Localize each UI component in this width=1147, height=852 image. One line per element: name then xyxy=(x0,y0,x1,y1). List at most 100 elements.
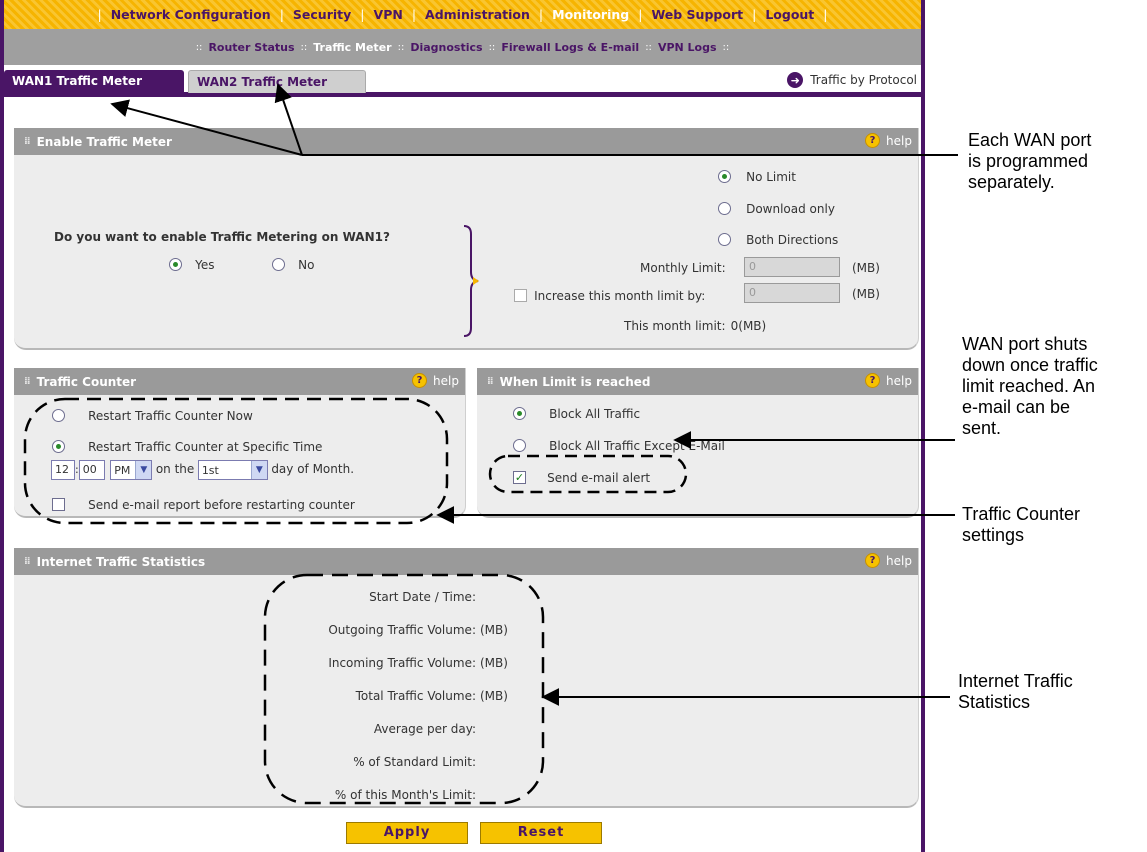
this-month-limit: This month limit: 0(MB) xyxy=(624,315,766,334)
ampm-select[interactable]: PM ▼ xyxy=(110,460,153,480)
stats-rows: Start Date / Time: Outgoing Traffic Volu… xyxy=(214,590,544,821)
no-limit-label: No Limit xyxy=(746,170,796,184)
send-report-checkbox[interactable] xyxy=(52,498,65,511)
apply-button[interactable]: Apply xyxy=(346,822,468,844)
this-month-limit-value: 0(MB) xyxy=(730,319,767,333)
nav-vpn[interactable]: VPN xyxy=(365,7,412,22)
both-directions-radio[interactable] xyxy=(718,233,731,246)
monthly-limit-unit: (MB) xyxy=(852,261,880,275)
subnav-diagnostics[interactable]: Diagnostics xyxy=(404,41,488,54)
on-the-label: on the xyxy=(155,462,195,476)
increase-limit-option[interactable]: Increase this month limit by: xyxy=(514,285,705,304)
router-admin-window: | Network Configuration | Security | VPN… xyxy=(0,0,925,852)
panel-header: ⁞⁞ Enable Traffic Meter ? help xyxy=(14,128,918,155)
help-icon: ? xyxy=(865,133,881,148)
yes-radio[interactable] xyxy=(169,258,182,271)
callout-line: Traffic Counter xyxy=(962,504,1081,524)
block-except-label: Block All Traffic Except E-Mail xyxy=(549,439,725,453)
callout-wan-port: Each WAN port is programmed separately. xyxy=(968,130,1091,193)
send-report-option[interactable]: Send e-mail report before restarting cou… xyxy=(52,494,355,513)
enable-question: Do you want to enable Traffic Metering o… xyxy=(54,230,390,244)
hour-input[interactable]: 12 xyxy=(51,460,75,480)
download-only-radio[interactable] xyxy=(718,202,731,215)
subnav-vpn-logs[interactable]: VPN Logs xyxy=(652,41,723,54)
help-icon: ? xyxy=(865,373,881,388)
traffic-by-protocol-link[interactable]: ➜ Traffic by Protocol xyxy=(787,72,917,88)
subnav-traffic-meter[interactable]: Traffic Meter xyxy=(307,41,397,54)
enable-yes-option[interactable]: Yes xyxy=(169,254,214,273)
subnav-separator: :: xyxy=(488,41,496,53)
grip-icon: ⁞⁞ xyxy=(24,136,31,147)
block-except-radio[interactable] xyxy=(513,439,526,452)
reset-button[interactable]: Reset xyxy=(480,822,602,844)
send-alert-checkbox[interactable]: ✓ xyxy=(513,471,526,484)
nav-separator: | xyxy=(823,7,828,22)
nav-monitoring[interactable]: Monitoring xyxy=(543,7,638,22)
block-except-option[interactable]: Block All Traffic Except E-Mail xyxy=(513,435,725,454)
callout-line: is programmed xyxy=(968,151,1089,171)
stat-label: % of Standard Limit: xyxy=(353,755,476,769)
callout-line: WAN port shuts xyxy=(962,334,1088,354)
help-link[interactable]: ? help xyxy=(412,373,459,388)
enable-no-option[interactable]: No xyxy=(272,254,314,273)
restart-specific-option[interactable]: Restart Traffic Counter at Specific Time xyxy=(52,436,322,455)
nav-administration[interactable]: Administration xyxy=(416,7,539,22)
stat-label: Incoming Traffic Volume: xyxy=(328,656,476,670)
grip-icon: ⁞⁞ xyxy=(24,556,31,567)
panel-title: When Limit is reached xyxy=(499,374,651,389)
day-select[interactable]: 1st ▼ xyxy=(197,460,268,480)
send-alert-option[interactable]: ✓ Send e-mail alert xyxy=(513,467,650,486)
subnav-firewall-logs[interactable]: Firewall Logs & E-mail xyxy=(495,41,645,54)
help-label: help xyxy=(433,373,459,388)
no-label: No xyxy=(298,258,315,272)
callout-line: separately. xyxy=(968,172,1055,192)
no-radio[interactable] xyxy=(272,258,285,271)
download-only-option[interactable]: Download only xyxy=(718,198,835,217)
restart-specific-radio[interactable] xyxy=(52,440,65,453)
stats-row: Incoming Traffic Volume: (MB) xyxy=(214,656,544,689)
stats-row: Total Traffic Volume: (MB) xyxy=(214,689,544,722)
both-directions-option[interactable]: Both Directions xyxy=(718,229,838,248)
minute-input[interactable]: 00 xyxy=(78,460,105,480)
chevron-down-icon: ▼ xyxy=(135,461,152,479)
tab-wan2-traffic-meter[interactable]: WAN2 Traffic Meter xyxy=(188,70,366,93)
traffic-counter-panel: ⁞⁞ Traffic Counter ? help Restart Traffi… xyxy=(14,368,466,518)
block-all-label: Block All Traffic xyxy=(549,407,641,421)
monthly-limit-input[interactable]: 0 xyxy=(744,257,840,277)
block-all-option[interactable]: Block All Traffic xyxy=(513,403,640,422)
help-link[interactable]: ? help xyxy=(865,133,912,148)
chevron-down-icon: ▼ xyxy=(250,461,267,479)
restart-now-radio[interactable] xyxy=(52,409,65,422)
callout-line: down once traffic xyxy=(962,355,1098,375)
subnav-router-status[interactable]: Router Status xyxy=(202,41,300,54)
panel-header: ⁞⁞ Internet Traffic Statistics ? help xyxy=(14,548,918,575)
arrow-right-icon: ➜ xyxy=(787,72,804,88)
stats-row: Outgoing Traffic Volume: (MB) xyxy=(214,623,544,656)
stat-value: (MB) xyxy=(480,656,508,670)
help-link[interactable]: ? help xyxy=(865,553,912,568)
nav-security[interactable]: Security xyxy=(284,7,360,22)
increase-limit-input[interactable]: 0 xyxy=(744,283,840,303)
send-report-label: Send e-mail report before restarting cou… xyxy=(88,498,355,512)
nav-network-configuration[interactable]: Network Configuration xyxy=(102,7,280,22)
limit-reached-panel: ⁞⁞ When Limit is reached ? help Block Al… xyxy=(477,368,919,518)
restart-now-label: Restart Traffic Counter Now xyxy=(88,409,253,423)
help-link[interactable]: ? help xyxy=(865,373,912,388)
nav-logout[interactable]: Logout xyxy=(756,7,823,22)
restart-now-option[interactable]: Restart Traffic Counter Now xyxy=(52,405,253,424)
restart-specific-label: Restart Traffic Counter at Specific Time xyxy=(88,440,323,454)
day-value: 1st xyxy=(201,463,219,477)
increase-limit-checkbox[interactable] xyxy=(514,289,527,302)
callout-line: Each WAN port xyxy=(968,130,1092,150)
panel-header: ⁞⁞ When Limit is reached ? help xyxy=(477,368,918,395)
restart-time-row: 12:00 PM ▼ on the 1st ▼ day of Month. xyxy=(51,460,354,480)
no-limit-option[interactable]: No Limit xyxy=(718,166,796,185)
block-all-radio[interactable] xyxy=(513,407,526,420)
stat-label: % of this Month's Limit: xyxy=(334,788,476,802)
main-nav: | Network Configuration | Security | VPN… xyxy=(4,0,921,29)
nav-web-support[interactable]: Web Support xyxy=(642,7,752,22)
callout-counter: Traffic Counter settings xyxy=(962,504,1080,546)
download-only-label: Download only xyxy=(746,202,835,216)
no-limit-radio[interactable] xyxy=(718,170,731,183)
tab-wan1-traffic-meter[interactable]: WAN1 Traffic Meter xyxy=(4,70,184,93)
